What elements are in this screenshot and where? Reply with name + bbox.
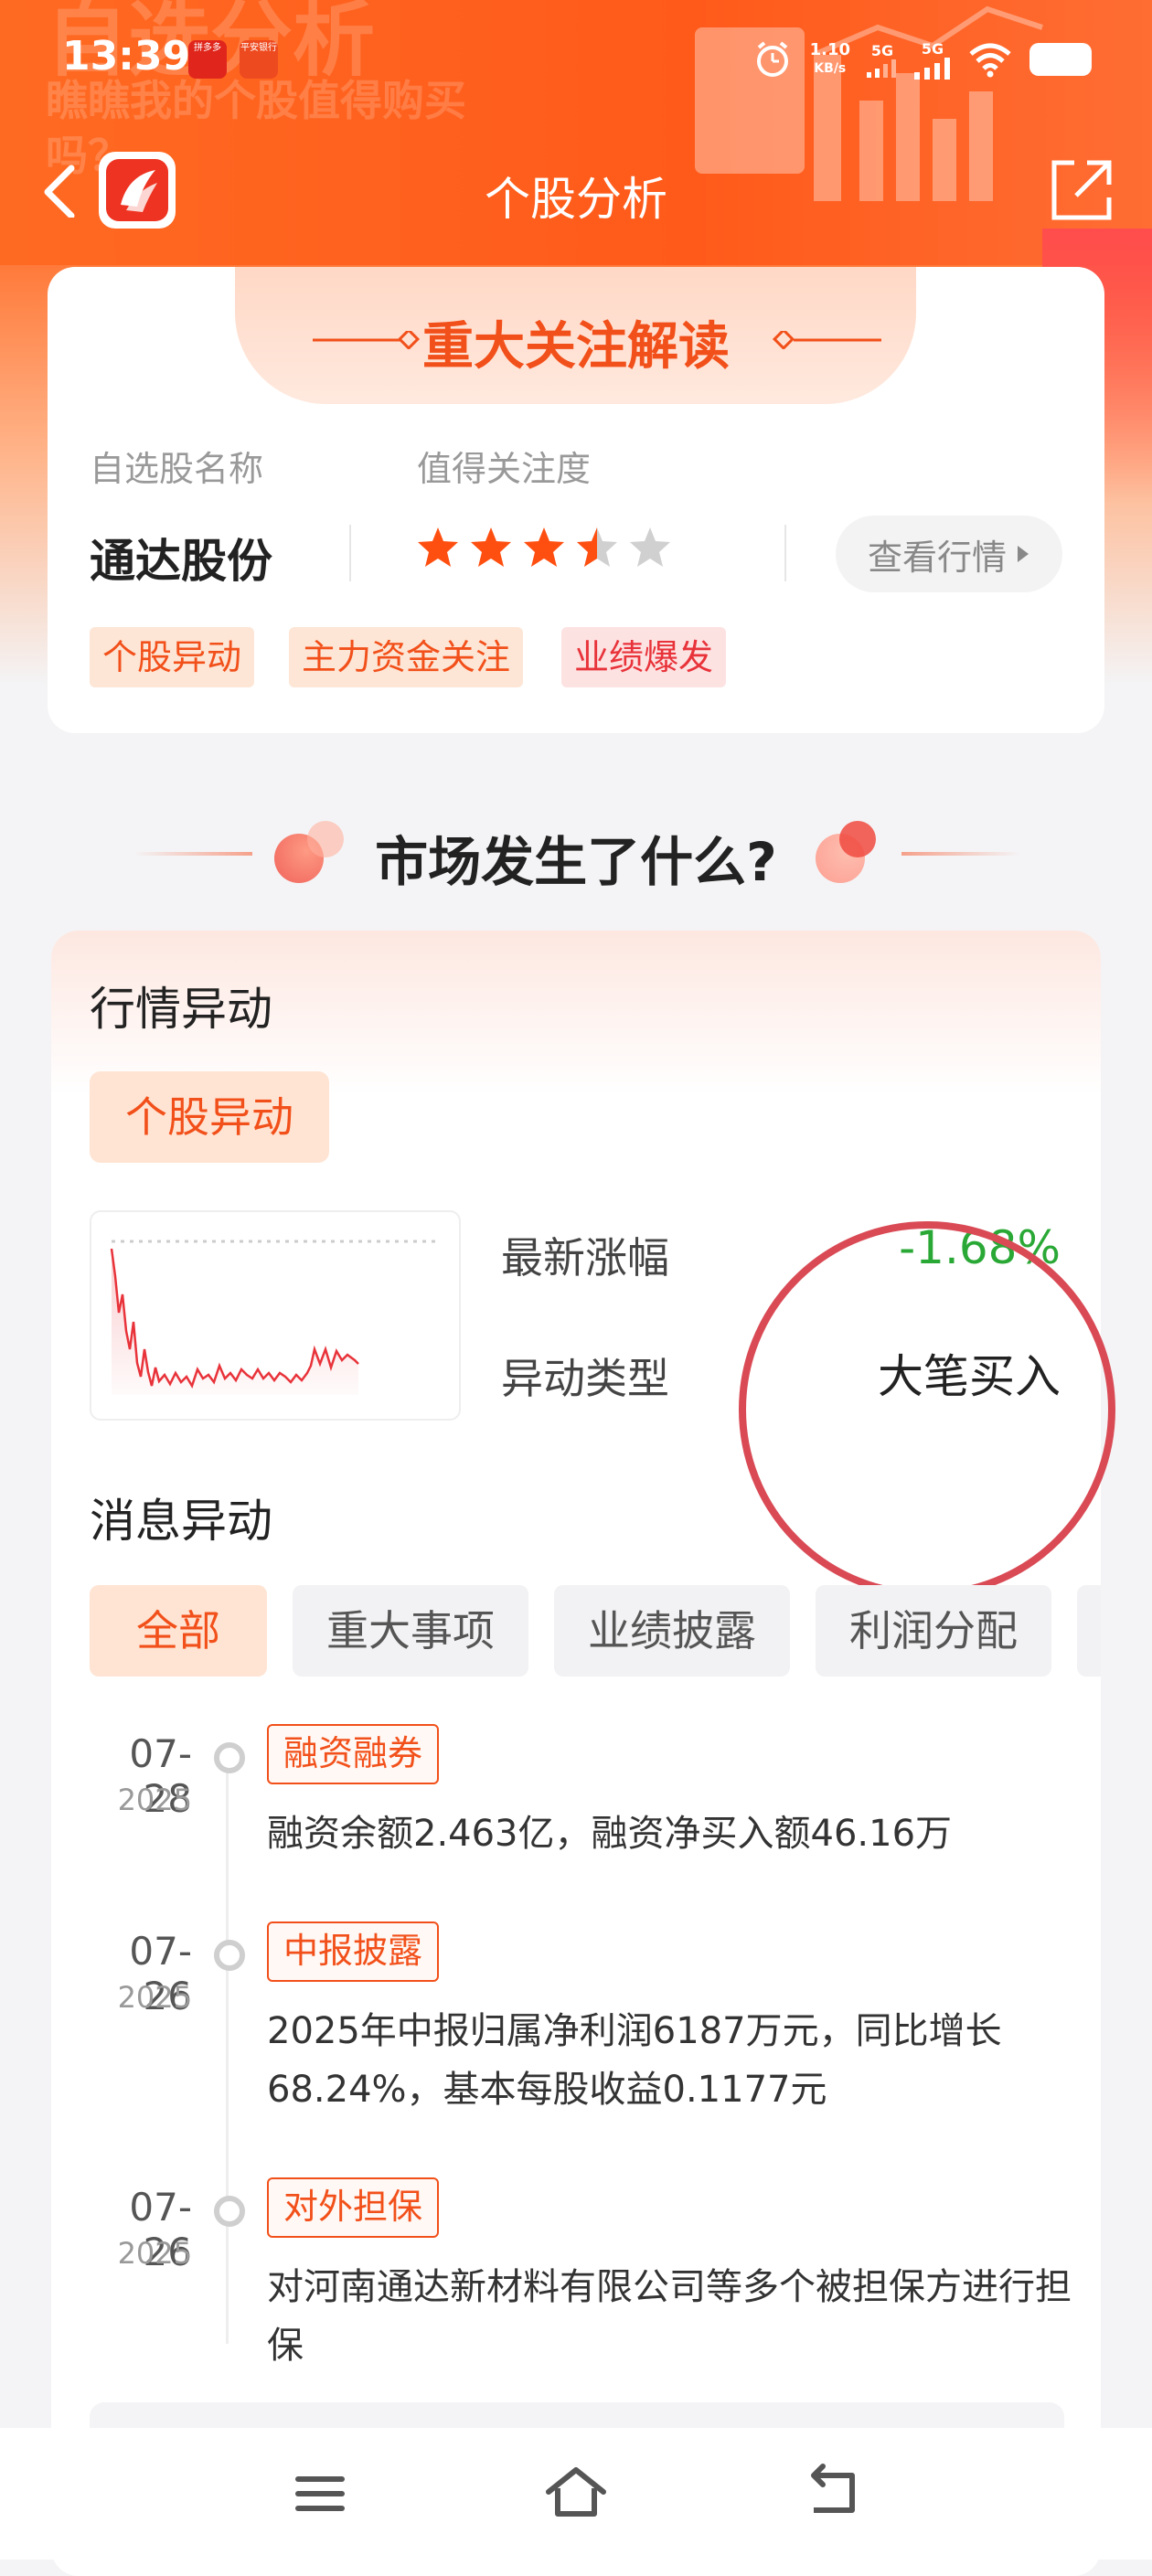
signal-5g-2: 5G	[914, 40, 951, 80]
timeline-year: 2025	[117, 2236, 192, 2271]
star-full-icon	[524, 527, 564, 567]
pinduoduo-app-icon: 拼多多	[188, 40, 227, 79]
pingan-bank-app-icon: 平安银行	[240, 40, 278, 79]
net-speed: 1.10 KB/s	[809, 40, 850, 77]
timeline-line	[226, 1768, 229, 2344]
intraday-mini-chart[interactable]	[90, 1210, 461, 1421]
star-full-icon	[471, 527, 511, 567]
signal-icon	[914, 57, 950, 80]
page-title: 个股分析	[485, 173, 667, 226]
status-icons: 1.10 KB/s 5G 5G	[752, 37, 1092, 82]
ribbon-deco-right-icon	[772, 331, 881, 349]
mini-chart-svg	[110, 1240, 441, 1395]
attention-rating	[415, 525, 673, 570]
status-time: 13:39	[62, 33, 191, 80]
attention-label: 值得关注度	[417, 449, 592, 489]
stock-name: 通达股份	[90, 535, 272, 588]
home-icon[interactable]	[543, 2461, 609, 2527]
tag-earnings-burst: 业绩爆发	[561, 627, 727, 687]
tag-main-funds: 主力资金关注	[289, 627, 524, 687]
timeline-text[interactable]: 2025年中报归属净利润6187万元，同比增长68.24%，基本每股收益0.11…	[267, 2002, 1072, 2119]
latest-change-label: 最新涨幅	[501, 1233, 669, 1283]
timeline-tag[interactable]: 中报披露	[267, 1921, 440, 1982]
section-line-right	[901, 852, 1020, 856]
section-title: 市场发生了什么?	[375, 831, 777, 893]
view-quote-button[interactable]: 查看行情	[836, 516, 1062, 592]
timeline-dot-icon	[214, 1940, 245, 1971]
battery-icon	[1029, 43, 1092, 76]
star-half-icon	[577, 527, 617, 567]
focus-card: 重大关注解读 自选股名称 值得关注度 通达股份 查看行情 个股异动 主力资金关注…	[48, 267, 1104, 733]
annotation-circle	[739, 1221, 1115, 1598]
timeline-text[interactable]: 融资余额2.463亿，融资净买入额46.16万	[267, 1804, 1072, 1863]
quote-anomaly-title: 行情异动	[90, 983, 272, 1036]
back-icon[interactable]	[801, 2461, 867, 2527]
filter-more-cut-off[interactable]	[1077, 1585, 1101, 1677]
caret-right-icon	[1018, 546, 1029, 562]
divider	[349, 525, 351, 581]
timeline-year: 2025	[117, 1783, 192, 1817]
filter-profit-distribution[interactable]: 利润分配	[816, 1585, 1051, 1677]
signal-5g-1: 5G	[867, 42, 898, 78]
alarm-icon	[756, 41, 788, 77]
timeline-dot-icon	[214, 1742, 245, 1773]
star-empty-icon	[630, 527, 670, 567]
timeline-dot-icon	[214, 2196, 245, 2227]
filter-earnings-disclosure[interactable]: 业绩披露	[554, 1585, 790, 1677]
system-nav-bar	[0, 2428, 1152, 2560]
filter-all[interactable]: 全部	[90, 1585, 267, 1677]
tag-stock-anomaly: 个股异动	[90, 627, 255, 687]
status-bar: 13:39 拼多多 平安银行 1.10 KB/s 5G 5G	[0, 0, 1152, 119]
timeline-text[interactable]: 对河南通达新材料有限公司等多个被担保方进行担保	[267, 2258, 1072, 2375]
star-full-icon	[418, 527, 458, 567]
ball-decoration-icon	[839, 821, 876, 857]
timeline-tag[interactable]: 融资融券	[267, 1724, 440, 1784]
signal-icon	[867, 59, 896, 78]
wifi-icon	[969, 43, 1011, 78]
anomaly-type-label: 异动类型	[501, 1354, 669, 1403]
focus-card-title: 重大关注解读	[422, 317, 730, 377]
news-anomaly-title: 消息异动	[90, 1495, 272, 1548]
quote-anomaly-tag[interactable]: 个股异动	[90, 1071, 329, 1163]
filter-major-events[interactable]: 重大事项	[293, 1585, 528, 1677]
timeline-tag[interactable]: 对外担保	[267, 2177, 440, 2238]
stock-name-label: 自选股名称	[90, 449, 264, 489]
share-icon[interactable]	[1047, 155, 1116, 225]
menu-icon[interactable]	[287, 2461, 353, 2527]
divider	[784, 525, 786, 581]
timeline-year: 2025	[117, 1980, 192, 2015]
